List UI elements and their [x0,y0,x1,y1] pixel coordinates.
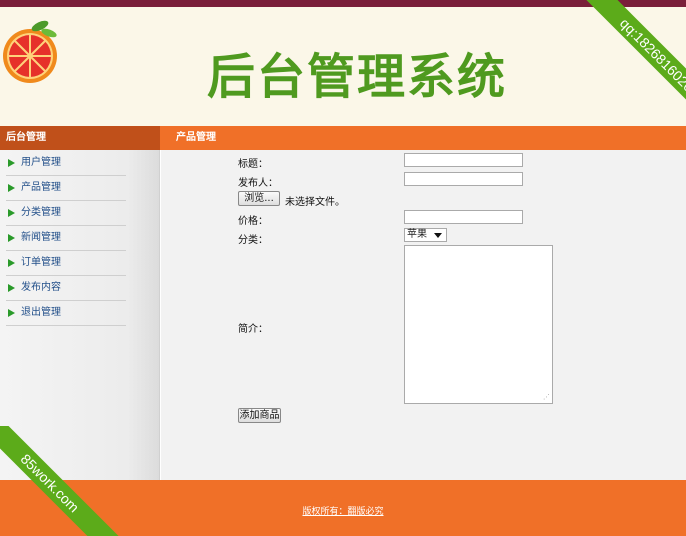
file-status-text: 未选择文件。 [285,197,345,208]
sidebar-heading: 后台管理 [0,126,160,150]
sidebar-item-logout[interactable]: 退出管理 [6,301,126,326]
sidebar-item-label: 产品管理 [21,182,61,193]
sidebar-item-label: 订单管理 [21,257,61,268]
sidebar-item-label: 退出管理 [21,307,61,318]
arrow-right-icon [8,309,15,317]
sidebar-item-products[interactable]: 产品管理 [6,176,126,201]
resize-grip-icon[interactable]: ⋰ [543,394,550,401]
sidebar-item-users[interactable]: 用户管理 [6,151,126,176]
category-select[interactable]: 苹果 [404,228,447,242]
site-title: 后台管理系统 [207,49,508,105]
page-header: 后台管理系统 [0,7,686,126]
product-form-area: 标题： 发布人： 浏览... 未选择文件。 价格： 分类： 苹果 ⋰ 简介： 添… [161,150,686,480]
publisher-label: 发布人： [238,178,278,189]
sidebar-item-label: 新闻管理 [21,232,61,243]
price-input[interactable] [404,210,523,224]
add-product-button[interactable]: 添加商品 [238,408,281,423]
title-input[interactable] [404,153,523,167]
sidebar-item-news[interactable]: 新闻管理 [6,226,126,251]
category-label: 分类： [238,235,268,246]
intro-label: 简介： [238,324,268,335]
main-heading: 产品管理 [160,126,686,150]
sidebar: 用户管理 产品管理 分类管理 新闻管理 订单管理 发布内容 退出管理 [0,150,160,480]
sidebar-item-orders[interactable]: 订单管理 [6,251,126,276]
sidebar-item-publish[interactable]: 发布内容 [6,276,126,301]
sidebar-item-label: 分类管理 [21,207,61,218]
arrow-right-icon [8,284,15,292]
copyright-link[interactable]: 版权所有：翻版必究 [0,504,686,517]
title-label: 标题： [238,159,268,170]
category-selected-value: 苹果 [407,229,427,240]
orange-logo-icon [3,20,57,83]
arrow-right-icon [8,209,15,217]
arrow-right-icon [8,234,15,242]
sidebar-item-label: 用户管理 [21,157,61,168]
page-footer: 版权所有：翻版必究 [0,480,686,536]
price-label: 价格： [238,216,268,227]
arrow-right-icon [8,184,15,192]
intro-textarea[interactable]: ⋰ [404,245,553,404]
arrow-right-icon [8,259,15,267]
publisher-input[interactable] [404,172,523,186]
arrow-right-icon [8,159,15,167]
chevron-down-icon [434,233,442,238]
top-accent-bar [0,0,686,7]
browse-button[interactable]: 浏览... [238,191,280,206]
sidebar-item-label: 发布内容 [21,282,61,293]
sidebar-item-categories[interactable]: 分类管理 [6,201,126,226]
